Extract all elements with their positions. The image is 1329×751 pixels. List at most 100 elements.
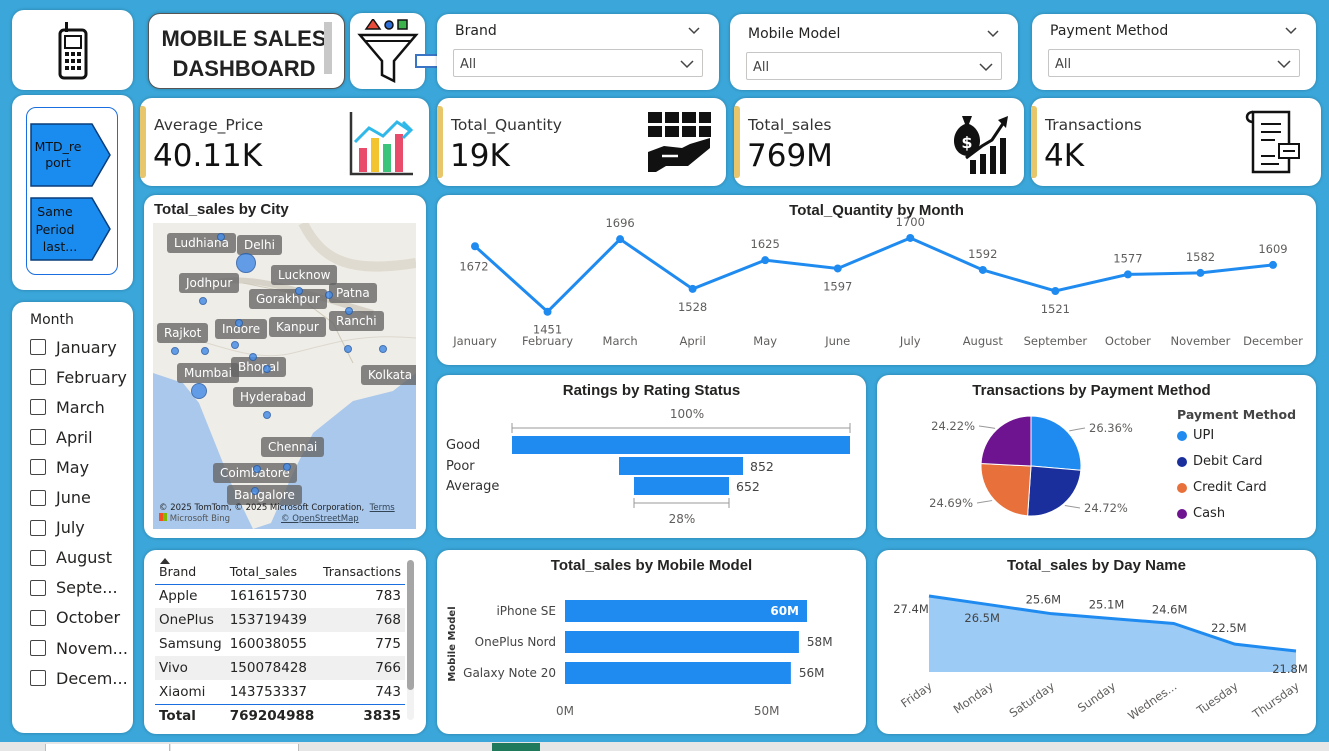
city-sales-bubble[interactable] — [191, 383, 207, 399]
city-label[interactable]: Rajkot — [157, 323, 209, 343]
model-bar[interactable] — [565, 631, 799, 653]
city-sales-bubble[interactable] — [344, 345, 352, 353]
month-option[interactable]: February — [30, 365, 127, 389]
city-sales-bubble[interactable] — [253, 465, 261, 473]
table-row[interactable]: OnePlus 153719439 768 — [155, 608, 405, 632]
line-point[interactable] — [1051, 287, 1060, 295]
line-point[interactable] — [616, 235, 625, 244]
pie-slice[interactable] — [980, 415, 1032, 467]
city-sales-bubble[interactable] — [249, 353, 257, 361]
city-sales-bubble[interactable] — [199, 297, 207, 305]
month-option[interactable]: May — [30, 455, 89, 479]
chevron-down-icon[interactable] — [1284, 23, 1298, 37]
city-sales-bubble[interactable] — [283, 463, 291, 471]
brand-dropdown[interactable]: All — [453, 49, 703, 77]
table-row[interactable]: Samsung 160038055 775 — [155, 632, 405, 656]
chevron-down-icon[interactable] — [687, 23, 701, 37]
city-sales-bubble[interactable] — [379, 345, 387, 353]
brand-slicer[interactable]: Brand All — [437, 14, 719, 90]
month-checkbox[interactable] — [30, 399, 46, 416]
payment-dropdown[interactable]: All — [1048, 49, 1300, 77]
month-checkbox[interactable] — [30, 489, 46, 506]
line-point[interactable] — [906, 233, 915, 242]
line-point[interactable] — [543, 307, 552, 316]
page-tab[interactable] — [45, 744, 170, 751]
table-scrollbar-thumb[interactable] — [407, 560, 414, 690]
city-sales-bubble[interactable] — [263, 411, 271, 419]
pie-slice[interactable] — [1027, 465, 1082, 517]
osm-link[interactable]: © OpenStreetMap — [281, 514, 359, 524]
rating-bar[interactable] — [619, 457, 743, 475]
active-page-tab[interactable] — [492, 743, 540, 751]
table-row[interactable]: Vivo 150078428 766 — [155, 656, 405, 680]
month-option[interactable]: July — [30, 516, 85, 540]
city-label[interactable]: Patna — [329, 283, 377, 303]
pie-slice[interactable] — [980, 463, 1032, 517]
city-sales-bubble[interactable] — [345, 307, 353, 315]
month-checkbox[interactable] — [30, 429, 46, 446]
line-point[interactable] — [978, 265, 987, 274]
city-sales-bubble[interactable] — [231, 341, 239, 349]
day-area-chart[interactable]: 27.4M Friday 26.5M Monday 25.6M Saturday 25.1M… — [877, 550, 1316, 734]
month-option[interactable]: April — [30, 425, 93, 449]
city-label[interactable]: Jodhpur — [179, 273, 240, 293]
ratings-bar-chart[interactable]: 100% Good Poor 852 Average 652 28% — [437, 375, 866, 538]
month-option[interactable]: Novem... — [30, 636, 128, 660]
column-header-total-sales[interactable]: Total_sales — [225, 560, 319, 585]
city-sales-bubble[interactable] — [235, 319, 243, 327]
month-checkbox[interactable] — [30, 640, 46, 656]
mtd-report-button[interactable]: MTD_re port — [30, 123, 112, 187]
city-label[interactable]: Ludhiana — [167, 233, 236, 253]
column-header-brand[interactable]: Brand — [155, 560, 226, 585]
legend-item[interactable]: Debit Card — [1177, 454, 1263, 469]
line-point[interactable] — [1269, 260, 1277, 269]
line-point[interactable] — [761, 256, 770, 265]
filter-icon-card[interactable] — [350, 13, 458, 89]
month-checkbox[interactable] — [30, 609, 46, 626]
month-option[interactable]: January — [30, 335, 117, 359]
city-sales-bubble[interactable] — [201, 347, 209, 355]
month-checkbox[interactable] — [30, 459, 46, 476]
month-checkbox[interactable] — [30, 519, 46, 536]
month-checkbox[interactable] — [30, 579, 46, 596]
month-checkbox[interactable] — [30, 549, 46, 566]
legend-item[interactable]: UPI — [1177, 428, 1214, 443]
line-point[interactable] — [688, 284, 697, 293]
month-option[interactable]: June — [30, 486, 91, 510]
city-label[interactable]: Lucknow — [271, 265, 338, 285]
model-slicer[interactable]: Mobile Model All — [730, 14, 1018, 90]
rating-bar[interactable] — [512, 436, 850, 454]
month-checkbox[interactable] — [30, 369, 46, 386]
month-option[interactable]: October — [30, 606, 120, 630]
city-label[interactable]: Bangalore — [227, 485, 302, 505]
payment-pie-chart[interactable]: 26.36% 24.72% 24.69% 24.22% — [877, 375, 1177, 538]
line-point[interactable] — [1196, 268, 1205, 277]
city-label[interactable]: Ranchi — [329, 311, 384, 331]
month-checkbox[interactable] — [30, 670, 46, 687]
city-label[interactable]: Mumbai — [177, 363, 239, 383]
page-tab[interactable] — [171, 744, 299, 751]
city-sales-bubble[interactable] — [325, 291, 333, 299]
table-row[interactable]: Apple 161615730 783 — [155, 584, 405, 608]
model-bar[interactable] — [565, 662, 791, 684]
city-sales-bubble[interactable] — [217, 233, 225, 241]
city-sales-bubble[interactable] — [171, 347, 179, 355]
city-label[interactable]: Bhopal — [231, 357, 287, 377]
city-sales-bubble[interactable] — [236, 253, 256, 273]
month-option[interactable]: Decem... — [30, 666, 128, 690]
column-header-transactions[interactable]: Transactions — [318, 560, 405, 585]
model-bar-chart[interactable]: iPhone SE 60M OnePlus Nord 58M Galaxy Note 2… — [437, 550, 866, 734]
model-dropdown[interactable]: All — [746, 52, 1002, 80]
pie-slice[interactable] — [1030, 415, 1082, 471]
quantity-line-chart[interactable]: 1672January1451February1696March1528Apri… — [437, 195, 1316, 365]
city-sales-bubble[interactable] — [295, 287, 303, 295]
city-label[interactable]: Gorakhpur — [249, 289, 327, 309]
rating-bar[interactable] — [634, 477, 729, 495]
city-label[interactable]: Kolkata — [361, 365, 416, 385]
chevron-down-icon[interactable] — [986, 26, 1000, 40]
city-sales-bubble[interactable] — [251, 487, 259, 495]
line-point[interactable] — [471, 242, 479, 251]
city-label[interactable]: Kanpur — [269, 317, 326, 337]
legend-item[interactable]: Credit Card — [1177, 480, 1267, 495]
city-label[interactable]: Chennai — [261, 437, 325, 457]
